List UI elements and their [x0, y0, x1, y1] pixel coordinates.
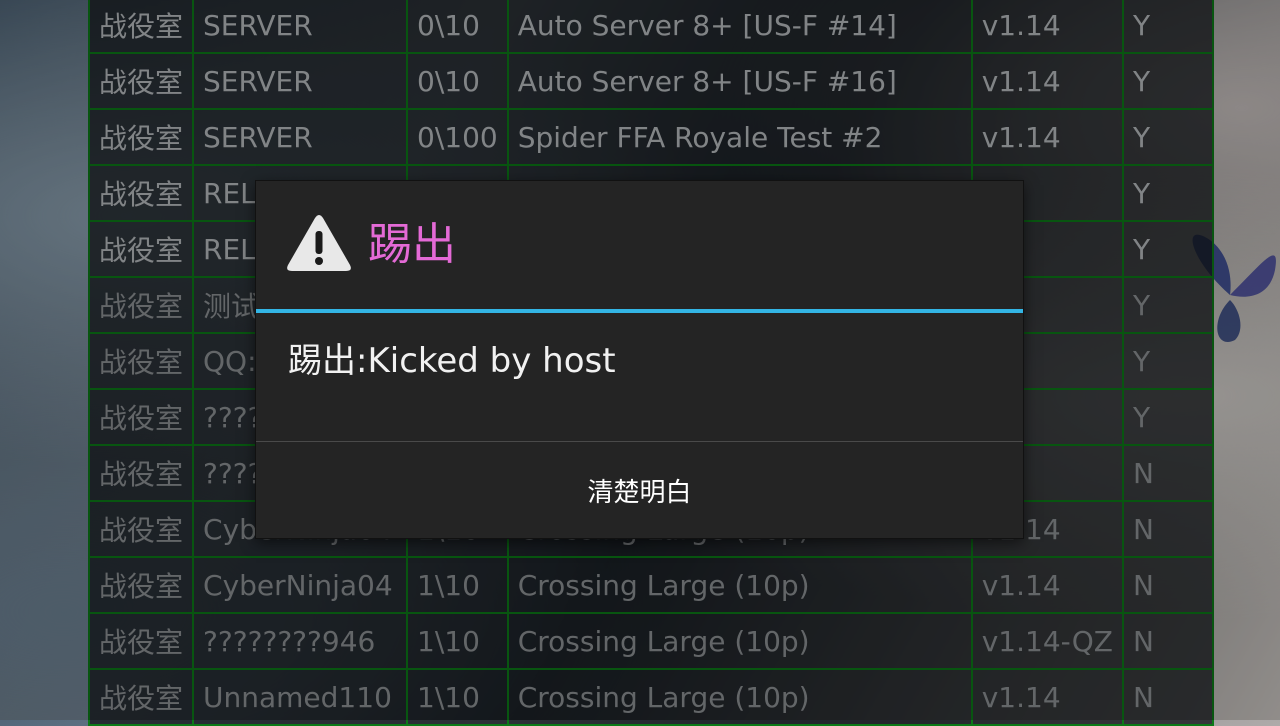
dialog-message: 踢出:Kicked by host	[288, 341, 616, 381]
warning-icon	[287, 215, 351, 271]
title-divider	[256, 309, 1023, 313]
dialog-title: 踢出	[368, 219, 456, 270]
confirm-button[interactable]: 清楚明白	[256, 442, 1023, 538]
kick-dialog: 踢出 踢出:Kicked by host 清楚明白	[256, 181, 1023, 538]
dialog-header: 踢出	[256, 181, 1023, 309]
